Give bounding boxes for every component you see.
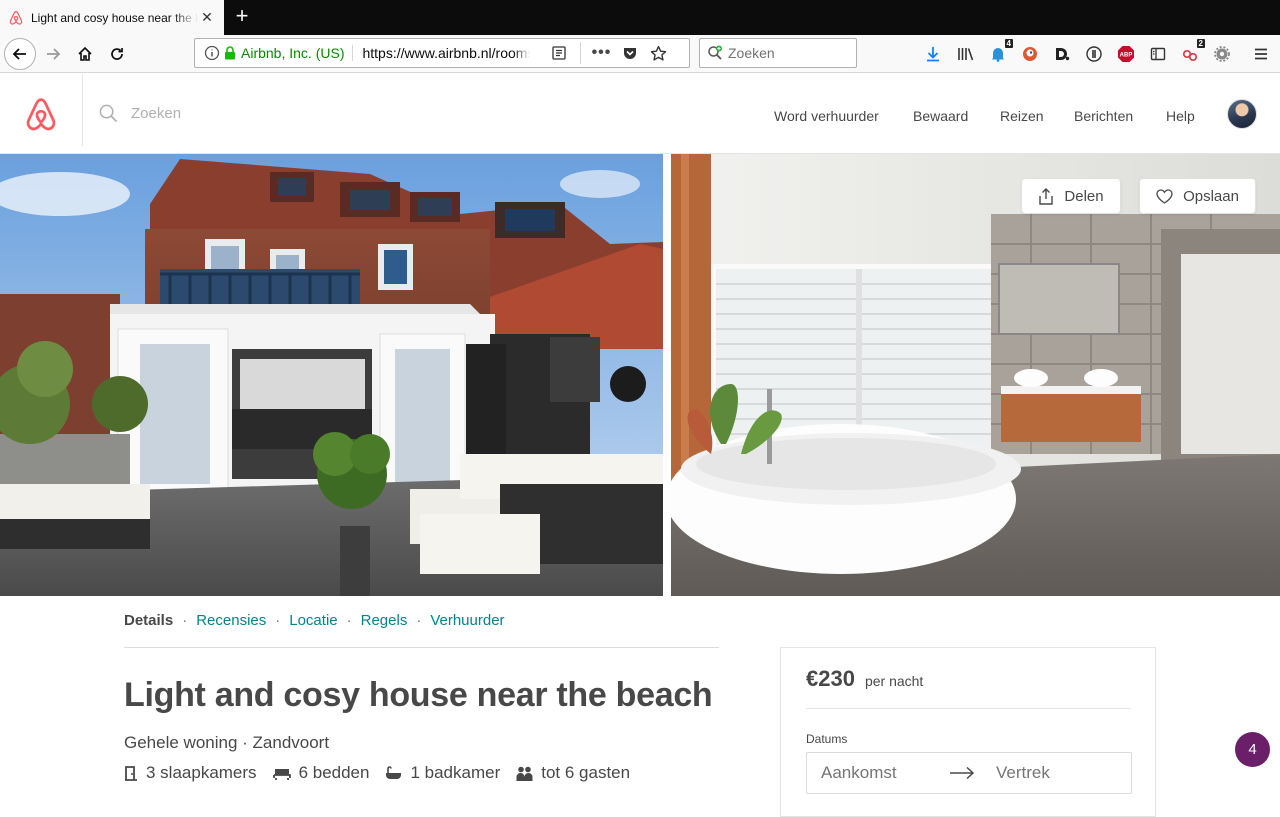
- avatar[interactable]: [1227, 99, 1257, 129]
- back-button[interactable]: [4, 38, 36, 70]
- sidebar-icon[interactable]: [1147, 43, 1169, 65]
- extension-notifier-icon[interactable]: 4: [987, 39, 1013, 65]
- duckduckgo-icon[interactable]: [1019, 43, 1041, 65]
- url-text[interactable]: https://www.airbnb.nl/rooms/: [362, 45, 530, 61]
- nightly-price: €230: [806, 666, 855, 691]
- heart-icon: [1156, 188, 1173, 204]
- share-button[interactable]: Delen: [1021, 178, 1121, 214]
- subnav-rules[interactable]: Regels: [361, 612, 408, 629]
- listing-type: Gehele woning · Zandvoort: [124, 733, 329, 753]
- share-label: Delen: [1064, 187, 1104, 205]
- help-count-badge[interactable]: 4: [1235, 732, 1270, 767]
- save-button[interactable]: Opslaan: [1139, 178, 1256, 214]
- reader-view-icon[interactable]: [548, 45, 570, 61]
- site-search-placeholder: Zoeken: [131, 105, 182, 122]
- nav-saved[interactable]: Bewaard: [913, 108, 968, 124]
- site-search-input[interactable]: Zoeken: [99, 104, 181, 123]
- guests-summary: tot 6 gasten: [516, 763, 630, 783]
- date-range-picker: Aankomst Vertrek: [806, 752, 1132, 794]
- baths-label: 1 badkamer: [410, 763, 501, 782]
- privacy-badger-icon[interactable]: [1083, 43, 1105, 65]
- new-tab-button[interactable]: +: [230, 4, 254, 28]
- extension-count-badge: 2: [1196, 39, 1205, 48]
- subnav-separator: ·: [346, 612, 352, 629]
- listing-subnav: Details · Recensies · Locatie · Regels ·…: [124, 612, 719, 648]
- subnav-reviews[interactable]: Recensies: [196, 612, 266, 629]
- close-tab-icon[interactable]: ✕: [198, 9, 216, 26]
- browser-toolbar: Airbnb, Inc. (US) https://www.airbnb.nl/…: [0, 35, 1280, 73]
- checkin-field[interactable]: Aankomst: [807, 763, 942, 783]
- share-icon: [1038, 187, 1054, 205]
- card-divider: [806, 708, 1131, 709]
- bedrooms-label: 3 slaapkamers: [146, 763, 257, 782]
- nav-trips[interactable]: Reizen: [1000, 108, 1044, 124]
- logo-divider: [82, 74, 83, 146]
- listing-summary: 3 slaapkamers 6 bedden 1 badkamer tot 6 …: [124, 763, 646, 783]
- browser-tab-active[interactable]: Light and cosy house near the beach ✕: [0, 0, 224, 35]
- decentraleyes-icon[interactable]: [1051, 43, 1073, 65]
- pocket-icon[interactable]: [619, 45, 641, 61]
- bed-icon: [272, 766, 291, 780]
- door-icon: [124, 765, 138, 781]
- site-header: Zoeken Word verhuurder Bewaard Reizen Be…: [0, 74, 1280, 154]
- subnav-location[interactable]: Locatie: [289, 612, 337, 629]
- forward-button[interactable]: [40, 39, 66, 69]
- baths-summary: 1 badkamer: [385, 763, 500, 783]
- beds-summary: 6 bedden: [272, 763, 370, 783]
- url-bar[interactable]: Airbnb, Inc. (US) https://www.airbnb.nl/…: [194, 38, 690, 68]
- bedrooms-summary: 3 slaapkamers: [124, 763, 257, 783]
- airbnb-logo-icon[interactable]: [24, 97, 58, 133]
- guests-icon: [516, 766, 533, 781]
- site-identity: Airbnb, Inc. (US): [241, 45, 354, 61]
- nav-help[interactable]: Help: [1166, 108, 1195, 124]
- browser-search-placeholder: Zoeken: [728, 45, 775, 61]
- url-separator: [580, 42, 582, 64]
- home-button[interactable]: [72, 39, 98, 69]
- checkout-field[interactable]: Vertrek: [982, 763, 1050, 783]
- hamburger-menu-icon[interactable]: [1250, 43, 1272, 65]
- beds-label: 6 bedden: [298, 763, 370, 782]
- subnav-separator: ·: [182, 612, 188, 629]
- reload-button[interactable]: [104, 39, 130, 69]
- property-type: Gehele woning: [124, 733, 238, 752]
- dates-label: Datums: [806, 732, 848, 746]
- subnav-separator: ·: [416, 612, 422, 629]
- listing-photo-exterior[interactable]: [0, 154, 663, 596]
- listing-title: Light and cosy house near the beach: [124, 676, 713, 714]
- bookmark-star-icon[interactable]: [647, 45, 669, 62]
- adblock-plus-icon[interactable]: ABP: [1115, 43, 1137, 65]
- airbnb-favicon-icon: [8, 10, 24, 26]
- arrow-right-icon: [942, 766, 982, 780]
- save-label: Opslaan: [1183, 187, 1239, 205]
- browser-tab-bar: Light and cosy house near the beach ✕ +: [0, 0, 1280, 35]
- nav-become-host[interactable]: Word verhuurder: [774, 108, 879, 124]
- library-icon[interactable]: [955, 43, 977, 65]
- site-info-icon[interactable]: [201, 45, 223, 61]
- notification-count-badge: 4: [1004, 39, 1013, 48]
- page-actions-icon[interactable]: •••: [591, 44, 611, 62]
- subnav-separator: ·: [275, 612, 281, 629]
- search-icon: [99, 104, 118, 123]
- subnav-host[interactable]: Verhuurder: [430, 612, 504, 629]
- tab-title: Light and cosy house near the beach: [31, 10, 198, 25]
- extension-share-icon[interactable]: 2: [1179, 39, 1205, 65]
- search-engine-icon: [702, 45, 728, 61]
- browser-search-bar[interactable]: Zoeken: [699, 38, 857, 68]
- listing-photo-bathroom[interactable]: Delen Opslaan: [671, 154, 1280, 596]
- per-night-label: per nacht: [864, 673, 924, 689]
- svg-text:ABP: ABP: [1120, 53, 1133, 59]
- download-icon[interactable]: [922, 43, 944, 65]
- guests-label: tot 6 gasten: [541, 763, 631, 782]
- subnav-details[interactable]: Details: [124, 612, 173, 629]
- booking-card: €230 per nacht Datums Aankomst Vertrek: [780, 647, 1156, 817]
- nav-messages[interactable]: Berichten: [1074, 108, 1133, 124]
- bathtub-icon: [385, 765, 402, 781]
- settings-gear-icon[interactable]: [1211, 43, 1233, 65]
- lock-icon: [223, 46, 237, 60]
- price-row: €230 per nacht: [806, 666, 923, 692]
- listing-location: · Zandvoort: [237, 733, 330, 752]
